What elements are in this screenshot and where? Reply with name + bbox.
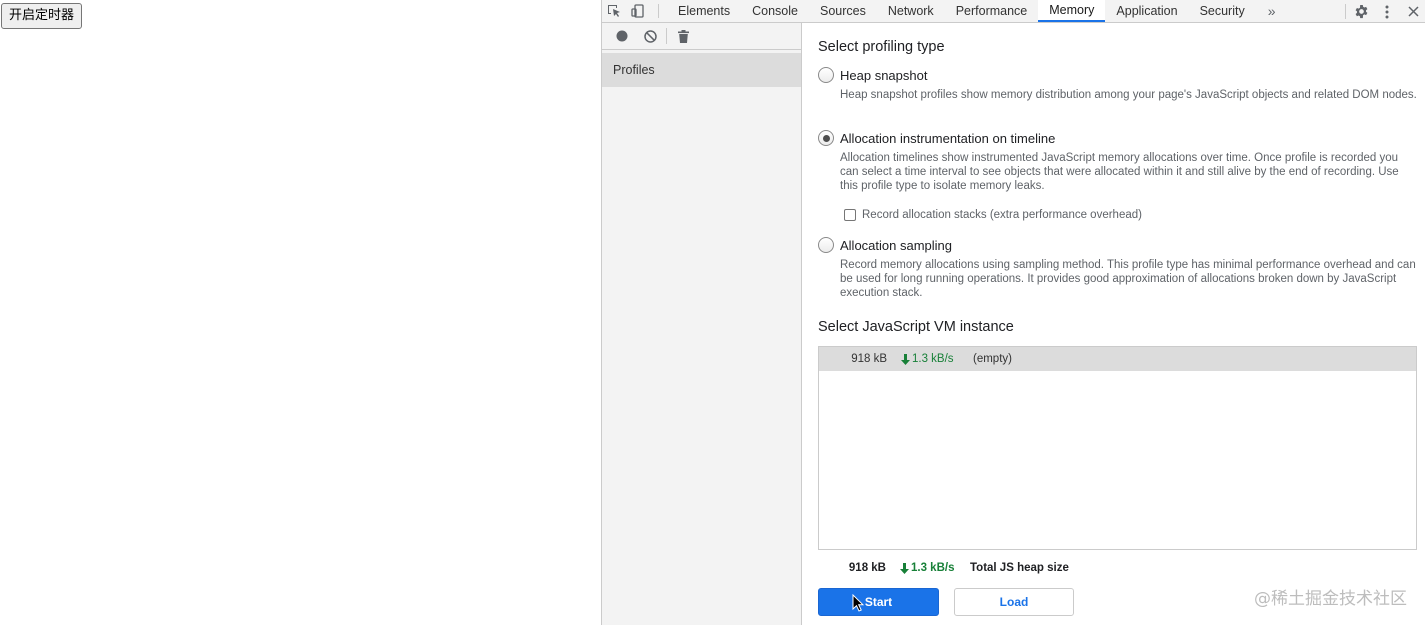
start-button[interactable]: Start	[818, 588, 939, 616]
total-heap-rate: 1.3 kB/s	[900, 562, 970, 574]
option-label[interactable]: Heap snapshot	[840, 68, 927, 83]
total-heap-label: Total JS heap size	[970, 562, 1069, 574]
option-heap-snapshot: Heap snapshot Heap snapshot profiles sho…	[818, 66, 1418, 102]
total-heap-summary: 918 kB 1.3 kB/s Total JS heap size	[818, 560, 1069, 576]
tab-console[interactable]: Console	[741, 0, 809, 22]
tab-application[interactable]: Application	[1105, 0, 1188, 22]
load-button[interactable]: Load	[954, 588, 1074, 616]
vm-instance-list: 918 kB 1.3 kB/s (empty)	[818, 346, 1417, 550]
radio-allocation-timeline[interactable]	[818, 130, 834, 146]
radio-heap-snapshot[interactable]	[818, 67, 834, 83]
devtools-tabbar: Elements Console Sources Network Perform…	[602, 0, 1425, 23]
trash-icon[interactable]	[669, 23, 697, 50]
tab-network[interactable]: Network	[877, 0, 945, 22]
profiling-type-title: Select profiling type	[818, 39, 945, 55]
watermark: @稀土掘金技术社区	[1254, 589, 1407, 609]
record-stacks-label[interactable]: Record allocation stacks (extra performa…	[862, 209, 1142, 221]
option-allocation-sampling: Allocation sampling Record memory alloca…	[818, 236, 1418, 300]
vm-instance-row[interactable]: 918 kB 1.3 kB/s (empty)	[819, 347, 1416, 371]
toolbar-divider	[658, 4, 659, 18]
option-label[interactable]: Allocation instrumentation on timeline	[840, 131, 1055, 146]
total-heap-size: 918 kB	[848, 562, 886, 574]
tab-security[interactable]: Security	[1189, 0, 1256, 22]
tab-elements[interactable]: Elements	[667, 0, 741, 22]
option-label[interactable]: Allocation sampling	[840, 238, 952, 253]
record-stacks-option[interactable]: Record allocation stacks (extra performa…	[844, 207, 1142, 223]
radio-allocation-sampling[interactable]	[818, 237, 834, 253]
close-icon[interactable]	[1400, 0, 1425, 23]
vm-heap-rate: 1.3 kB/s	[901, 353, 971, 365]
tab-performance[interactable]: Performance	[945, 0, 1039, 22]
device-toolbar-icon[interactable]	[626, 0, 650, 22]
start-timer-button[interactable]: 开启定时器	[1, 3, 83, 29]
kebab-menu-icon[interactable]	[1374, 0, 1400, 23]
memory-panel-main: Select profiling type Heap snapshot Heap…	[818, 23, 1418, 625]
vm-instance-title: Select JavaScript VM instance	[818, 319, 1014, 335]
record-icon[interactable]	[608, 23, 636, 50]
vm-rate-value: 1.3 kB/s	[912, 353, 954, 365]
mouse-cursor-icon	[852, 594, 864, 612]
record-stacks-checkbox[interactable]	[844, 209, 856, 221]
tab-memory[interactable]: Memory	[1038, 0, 1106, 22]
sidebar-item-profiles[interactable]: Profiles	[602, 53, 801, 87]
toolbar-divider	[666, 28, 667, 44]
toolbar-divider	[1345, 4, 1346, 19]
profiles-sidebar: Profiles	[602, 23, 802, 625]
clear-icon[interactable]	[636, 23, 664, 50]
arrow-down-icon	[901, 353, 910, 365]
gear-icon[interactable]	[1348, 0, 1374, 23]
devtools-panel: Elements Console Sources Network Perform…	[601, 0, 1425, 625]
option-description: Record memory allocations using sampling…	[840, 259, 1416, 299]
sidebar-toolbar	[602, 23, 801, 50]
option-description: Heap snapshot profiles show memory distr…	[840, 89, 1417, 101]
more-tabs-button[interactable]: »	[1256, 0, 1288, 22]
option-allocation-timeline: Allocation instrumentation on timeline A…	[818, 129, 1418, 193]
option-description: Allocation timelines show instrumented J…	[840, 152, 1399, 192]
vm-heap-size: 918 kB	[851, 353, 887, 365]
total-rate-value: 1.3 kB/s	[911, 562, 955, 574]
vm-instance-name: (empty)	[973, 353, 1012, 365]
inspect-element-icon[interactable]	[602, 0, 626, 22]
tab-sources[interactable]: Sources	[809, 0, 877, 22]
arrow-down-icon	[900, 562, 909, 574]
